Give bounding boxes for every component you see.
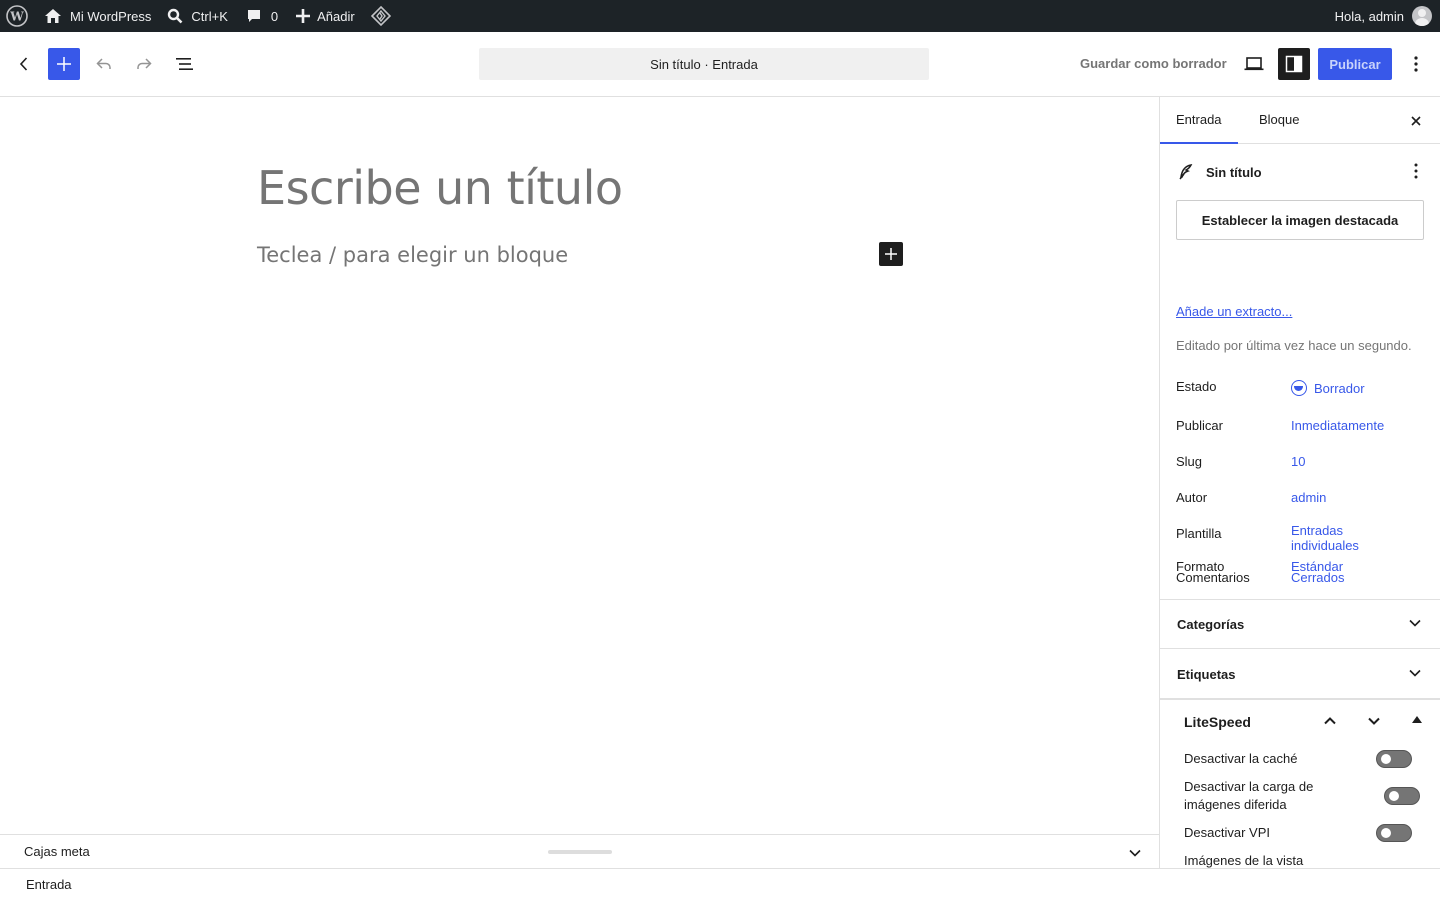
document-overview-button[interactable] <box>168 48 200 80</box>
search-shortcut: Ctrl+K <box>191 8 228 24</box>
sidebar-tabs: Entrada Bloque <box>1160 97 1440 144</box>
document-title: Sin título · Entrada <box>650 56 758 72</box>
chevron-down-icon <box>1405 663 1425 686</box>
move-up-button[interactable] <box>1320 711 1340 736</box>
add-new-link[interactable]: Añadir <box>286 0 363 32</box>
collapse-toggle-icon[interactable] <box>1412 716 1422 723</box>
format-label: Formato <box>1176 559 1225 574</box>
comment-icon <box>247 10 260 22</box>
slug-value[interactable]: 10 <box>1291 454 1411 469</box>
chevron-down-icon <box>1368 717 1380 725</box>
tags-title: Etiquetas <box>1177 667 1236 682</box>
redo-button[interactable] <box>128 48 160 80</box>
svg-text:W: W <box>9 10 24 24</box>
wordpress-logo-icon[interactable]: W <box>0 0 34 32</box>
more-vertical-icon <box>1414 56 1418 72</box>
post-feather-icon <box>1179 164 1193 180</box>
disable-vpi-label: Desactivar VPI <box>1184 825 1270 840</box>
author-value[interactable]: admin <box>1291 490 1411 505</box>
chevron-down-icon[interactable] <box>1125 843 1145 866</box>
post-card-title: Sin título <box>1206 164 1262 180</box>
back-button[interactable] <box>8 48 40 80</box>
resize-handle[interactable] <box>548 850 612 854</box>
site-name-link[interactable]: Mi WordPress <box>34 0 159 32</box>
add-excerpt-link[interactable]: Añade un extracto... <box>1176 304 1292 319</box>
disable-vpi-toggle[interactable] <box>1376 824 1412 842</box>
post-actions-button[interactable] <box>1408 162 1424 185</box>
chevron-left-icon <box>19 57 28 71</box>
save-draft-button[interactable]: Guardar como borrador <box>1072 48 1235 80</box>
format-value[interactable]: Estándar <box>1291 559 1411 574</box>
block-inserter-button[interactable] <box>48 48 80 80</box>
template-value[interactable]: Entradas individuales <box>1291 523 1411 553</box>
chevron-up-icon <box>1324 717 1336 725</box>
litespeed-metabox: LiteSpeed Desactivar la caché Desactivar… <box>1160 699 1440 868</box>
disable-lazyload-toggle[interactable] <box>1384 787 1420 805</box>
footer-bar: Entrada <box>0 868 1440 900</box>
post-card: Sin título <box>1176 162 1262 182</box>
status-value[interactable]: Borrador <box>1291 380 1411 396</box>
breadcrumb[interactable]: Entrada <box>26 877 72 892</box>
categories-panel[interactable]: Categorías <box>1160 599 1440 649</box>
publish-date-value[interactable]: Inmediatamente <box>1291 418 1411 433</box>
search-icon <box>168 8 183 24</box>
disable-cache-label: Desactivar la caché <box>1184 751 1298 766</box>
command-palette-link[interactable]: Ctrl+K <box>159 0 235 32</box>
comments-count: 0 <box>270 8 279 24</box>
litespeed-icon[interactable] <box>363 0 399 32</box>
undo-icon <box>96 58 111 69</box>
document-bar[interactable]: Sin título · Entrada <box>479 48 929 80</box>
home-icon <box>45 9 61 23</box>
status-label: Estado <box>1176 379 1217 394</box>
meta-boxes-label: Cajas meta <box>24 844 90 859</box>
admin-bar: W Mi WordPress Ctrl+K 0 Añadir Hola, adm… <box>0 0 1440 32</box>
editor-canvas: Escribe un título Teclea / para elegir u… <box>0 97 1159 834</box>
viewport-images-label: Imágenes de la vista <box>1184 853 1304 868</box>
draft-status-icon <box>1291 380 1307 396</box>
settings-sidebar: Entrada Bloque Sin título Establecer la … <box>1159 97 1440 868</box>
sidebar-icon <box>1285 55 1303 73</box>
settings-sidebar-toggle[interactable] <box>1278 48 1310 80</box>
set-featured-image-button[interactable]: Establecer la imagen destacada <box>1176 200 1424 240</box>
post-summary-panel: Sin título Establecer la imagen destacad… <box>1160 144 1440 600</box>
add-block-button[interactable] <box>879 242 903 266</box>
disable-lazyload-label: Desactivar la carga de imágenes diferida <box>1184 779 1314 812</box>
options-menu-button[interactable] <box>1400 48 1432 80</box>
plus-icon <box>57 57 71 71</box>
move-down-button[interactable] <box>1364 711 1384 736</box>
greeting[interactable]: Hola, admin <box>1335 9 1404 24</box>
site-name: Mi WordPress <box>70 8 152 24</box>
redo-icon <box>137 58 152 69</box>
preview-button[interactable] <box>1238 48 1270 80</box>
desktop-icon <box>1244 57 1264 71</box>
avatar[interactable] <box>1412 6 1432 26</box>
categories-title: Categorías <box>1177 617 1245 632</box>
disable-cache-toggle[interactable] <box>1376 750 1412 768</box>
tags-panel[interactable]: Etiquetas <box>1160 649 1440 699</box>
editor-header: Sin título · Entrada Guardar como borrad… <box>0 32 1440 97</box>
close-icon <box>1411 116 1421 126</box>
more-vertical-icon <box>1414 163 1418 179</box>
post-title-input[interactable]: Escribe un título <box>257 161 623 215</box>
publish-button[interactable]: Publicar <box>1318 48 1392 80</box>
comments-link[interactable]: 0 <box>236 0 286 32</box>
undo-button[interactable] <box>88 48 120 80</box>
default-block-appender[interactable]: Teclea / para elegir un bloque <box>257 243 568 267</box>
list-view-icon <box>176 58 193 70</box>
tab-post[interactable]: Entrada <box>1160 97 1238 144</box>
slug-label: Slug <box>1176 454 1203 469</box>
author-label: Autor <box>1176 490 1208 505</box>
add-new-label: Añadir <box>317 8 355 24</box>
meta-boxes-bar[interactable]: Cajas meta <box>0 834 1159 868</box>
tab-block[interactable]: Bloque <box>1243 97 1315 144</box>
plus-icon <box>885 248 897 260</box>
last-edited-text: Editado por última vez hace un segundo. <box>1176 338 1412 353</box>
litespeed-title: LiteSpeed <box>1184 714 1251 730</box>
publish-label: Publicar <box>1176 418 1223 433</box>
plus-icon <box>296 9 311 23</box>
close-sidebar-button[interactable] <box>1404 109 1428 133</box>
chevron-down-icon <box>1405 613 1425 636</box>
template-label: Plantilla <box>1176 526 1222 541</box>
